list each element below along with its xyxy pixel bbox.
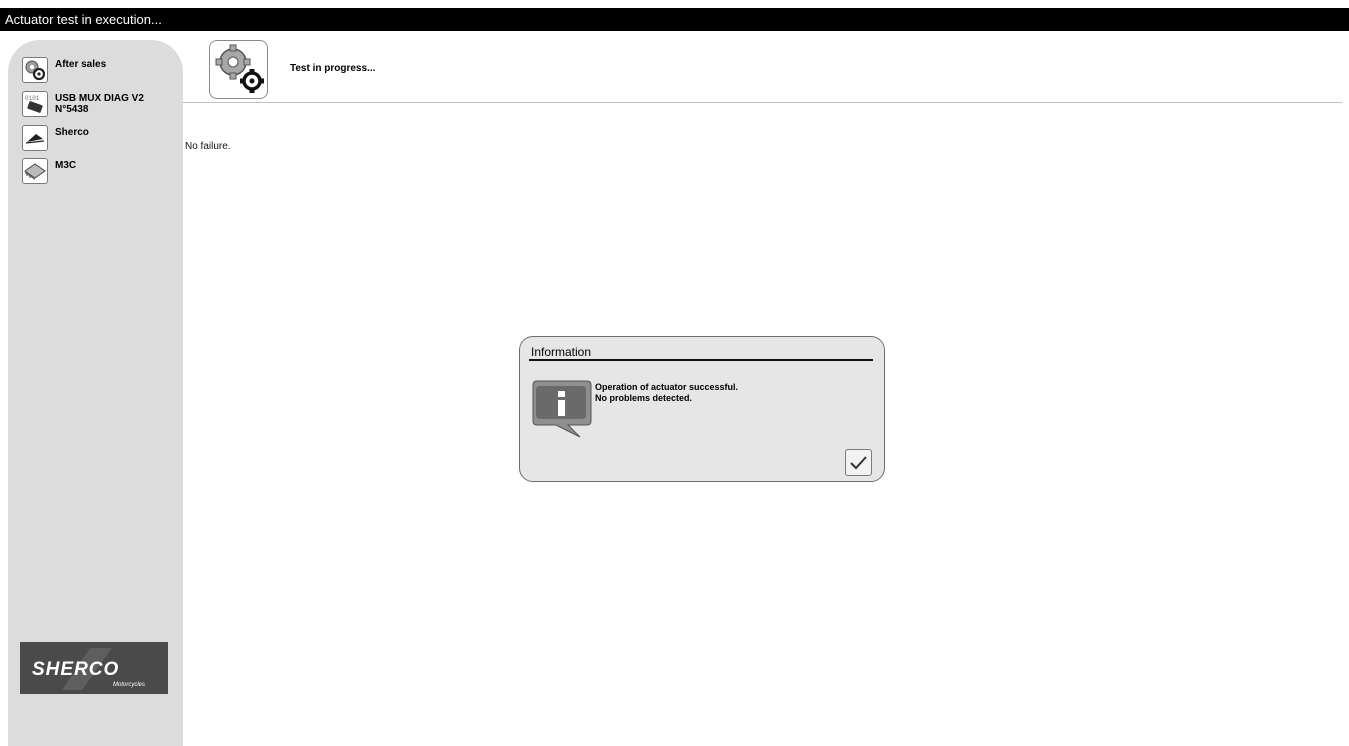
dialog-message-line: Operation of actuator successful. (595, 382, 739, 392)
ok-button[interactable] (845, 449, 872, 476)
sidebar-item-usb-mux-diag[interactable]: 0101 USB MUX DIAG V2 N°5438 (22, 91, 144, 117)
sidebar: After sales 0101 USB MUX DIAG V2 N°5438 … (8, 40, 183, 746)
sidebar-item-sublabel: N°5438 (55, 104, 89, 115)
information-dialog: Information Operation of actuator succes… (519, 336, 885, 482)
sidebar-item-label: USB MUX DIAG V2 (55, 93, 144, 104)
ecu-module-icon (22, 158, 48, 184)
usb-interface-icon: 0101 (22, 91, 48, 117)
info-bubble-icon (528, 377, 594, 439)
svg-text:0101: 0101 (25, 95, 40, 102)
status-text: No failure. (185, 141, 231, 152)
dialog-message-line: No problems detected. (595, 393, 693, 403)
sherco-logo: SHERCO Motorcycles (20, 642, 168, 694)
dialog-title: Information (531, 345, 592, 359)
checkmark-icon (850, 456, 867, 470)
page-title: Test in progress... (290, 63, 376, 74)
header-divider (183, 102, 1342, 103)
window-title: Actuator test in execution... (0, 8, 1349, 31)
sidebar-item-sherco[interactable]: Sherco (22, 125, 89, 151)
logo-text: SHERCO (32, 659, 119, 680)
gears-icon (22, 57, 48, 83)
sidebar-item-after-sales[interactable]: After sales (22, 57, 106, 83)
logo-subtext: Motorcycles (113, 682, 145, 688)
sidebar-item-label: Sherco (55, 127, 89, 138)
sherco-brand-icon (22, 125, 48, 151)
dialog-message: Operation of actuator successful. No pro… (595, 382, 738, 404)
sidebar-item-m3c[interactable]: M3C (22, 158, 76, 184)
sidebar-item-label: M3C (55, 160, 77, 171)
dialog-divider (529, 359, 873, 361)
sidebar-item-label: After sales (55, 59, 107, 70)
gears-icon (209, 40, 268, 99)
